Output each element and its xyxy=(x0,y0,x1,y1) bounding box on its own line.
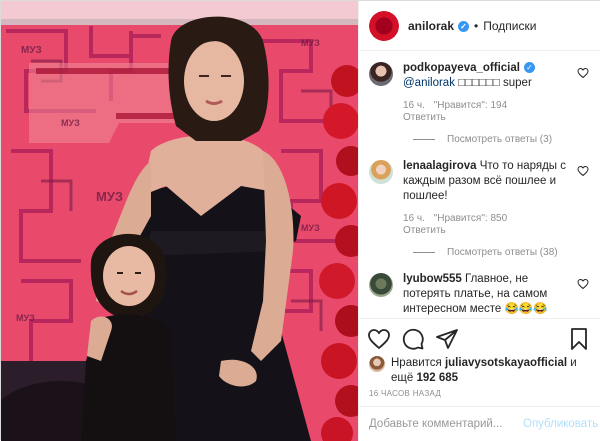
verified-badge-icon: ✓ xyxy=(458,20,470,32)
bookmark-icon[interactable] xyxy=(567,327,591,351)
following-button[interactable]: Подписки xyxy=(483,19,536,33)
comment-text: lyubow555 Главное, не потерять платье, н… xyxy=(403,272,573,317)
likes-count[interactable]: 192 685 xyxy=(416,372,458,384)
likes-prefix: Нравится xyxy=(391,357,445,369)
comment-item: lenaalagirova Что то наряды с каждым раз… xyxy=(369,145,591,237)
svg-text:МУЗ: МУЗ xyxy=(61,118,80,128)
post-photo-image: МУЗ МУЗ МУЗ МУЗ МУЗ МУЗ xyxy=(1,1,358,441)
comment-input[interactable] xyxy=(369,418,523,430)
comment-time[interactable]: 16 ч. xyxy=(403,100,425,112)
commenter-avatar[interactable] xyxy=(369,273,393,297)
reply-button[interactable]: Ответить xyxy=(403,112,446,124)
comment-like-heart-icon[interactable] xyxy=(577,278,589,290)
comment-text: lenaalagirova Что то наряды с каждым раз… xyxy=(403,159,573,204)
comment-body: podkopayeva_official ✓ @anilorak □□□□□□ s… xyxy=(403,61,573,124)
instagram-post: МУЗ МУЗ МУЗ МУЗ МУЗ МУЗ anilorak ✓ • Под… xyxy=(0,0,600,441)
comment-body: lenaalagirova Что то наряды с каждым раз… xyxy=(403,159,573,237)
post-timestamp[interactable]: 16 ЧАСОВ НАЗАД xyxy=(369,389,441,398)
comment-content: □□□□□□ super xyxy=(454,77,532,89)
view-replies-button[interactable]: Посмотреть ответы (3) xyxy=(413,134,591,145)
comment-time[interactable]: 16 ч. xyxy=(403,213,425,225)
view-replies-label[interactable]: Посмотреть ответы (38) xyxy=(447,247,558,258)
svg-text:МУЗ: МУЗ xyxy=(96,189,123,204)
view-replies-label[interactable]: Посмотреть ответы (3) xyxy=(447,134,552,145)
comment-item: podkopayeva_official ✓ @anilorak □□□□□□ s… xyxy=(369,51,591,124)
svg-text:МУЗ: МУЗ xyxy=(16,313,35,323)
comment-mention-link[interactable]: @anilorak xyxy=(403,77,455,89)
publish-comment-button[interactable]: Опубликовать xyxy=(523,418,598,430)
comment-body: lyubow555 Главное, не потерять платье, н… xyxy=(403,272,573,317)
comment-likes-count[interactable]: "Нравится": 194 xyxy=(434,100,507,112)
add-comment-bar: Опубликовать xyxy=(359,406,600,441)
author-username-text[interactable]: anilorak xyxy=(408,19,454,33)
comments-list[interactable]: podkopayeva_official ✓ @anilorak □□□□□□ s… xyxy=(359,51,600,318)
comment-likes-count[interactable]: "Нравится": 850 xyxy=(434,213,507,225)
author-username[interactable]: anilorak ✓ xyxy=(408,19,470,33)
comment-item: lyubow555 Главное, не потерять платье, н… xyxy=(369,258,591,317)
post-photo[interactable]: МУЗ МУЗ МУЗ МУЗ МУЗ МУЗ xyxy=(1,1,358,441)
reply-button[interactable]: Ответить xyxy=(403,225,446,237)
replies-line xyxy=(413,252,435,253)
comment-like-heart-icon[interactable] xyxy=(577,165,589,177)
post-actions-bar xyxy=(359,318,600,356)
liker-avatar[interactable] xyxy=(369,356,385,372)
commenter-username[interactable]: podkopayeva_official xyxy=(403,62,520,74)
comment-meta: 16 ч. "Нравится": 850 Ответить xyxy=(403,213,573,237)
liker-username[interactable]: juliavysotskayaofficial xyxy=(445,357,567,369)
commenter-username[interactable]: lenaalagirova xyxy=(403,160,477,172)
heart-icon[interactable] xyxy=(367,327,391,351)
commenter-username[interactable]: lyubow555 xyxy=(403,273,462,285)
post-header: anilorak ✓ • Подписки xyxy=(359,1,600,51)
comment-meta: 16 ч. "Нравится": 194 Ответить xyxy=(403,100,573,124)
author-avatar[interactable] xyxy=(369,10,399,41)
verified-badge-icon: ✓ xyxy=(523,62,535,73)
comment-icon[interactable] xyxy=(401,327,425,351)
commenter-avatar[interactable] xyxy=(369,160,393,184)
svg-text:МУЗ: МУЗ xyxy=(301,38,320,48)
likes-text: Нравится juliavysotskayaofficial и ещё 1… xyxy=(391,356,591,386)
commenter-avatar[interactable] xyxy=(369,62,393,86)
view-replies-button[interactable]: Посмотреть ответы (38) xyxy=(413,247,591,258)
header-separator: • xyxy=(474,18,479,33)
replies-line xyxy=(413,139,435,140)
svg-text:МУЗ: МУЗ xyxy=(301,223,320,233)
post-side-panel: anilorak ✓ • Подписки podkopayeva_officia… xyxy=(358,1,600,441)
comment-like-heart-icon[interactable] xyxy=(577,67,589,79)
svg-text:МУЗ: МУЗ xyxy=(21,45,42,56)
share-icon[interactable] xyxy=(435,327,459,351)
likes-summary: Нравится juliavysotskayaofficial и ещё 1… xyxy=(369,356,591,386)
comment-text: podkopayeva_official ✓ @anilorak □□□□□□ s… xyxy=(403,61,573,91)
